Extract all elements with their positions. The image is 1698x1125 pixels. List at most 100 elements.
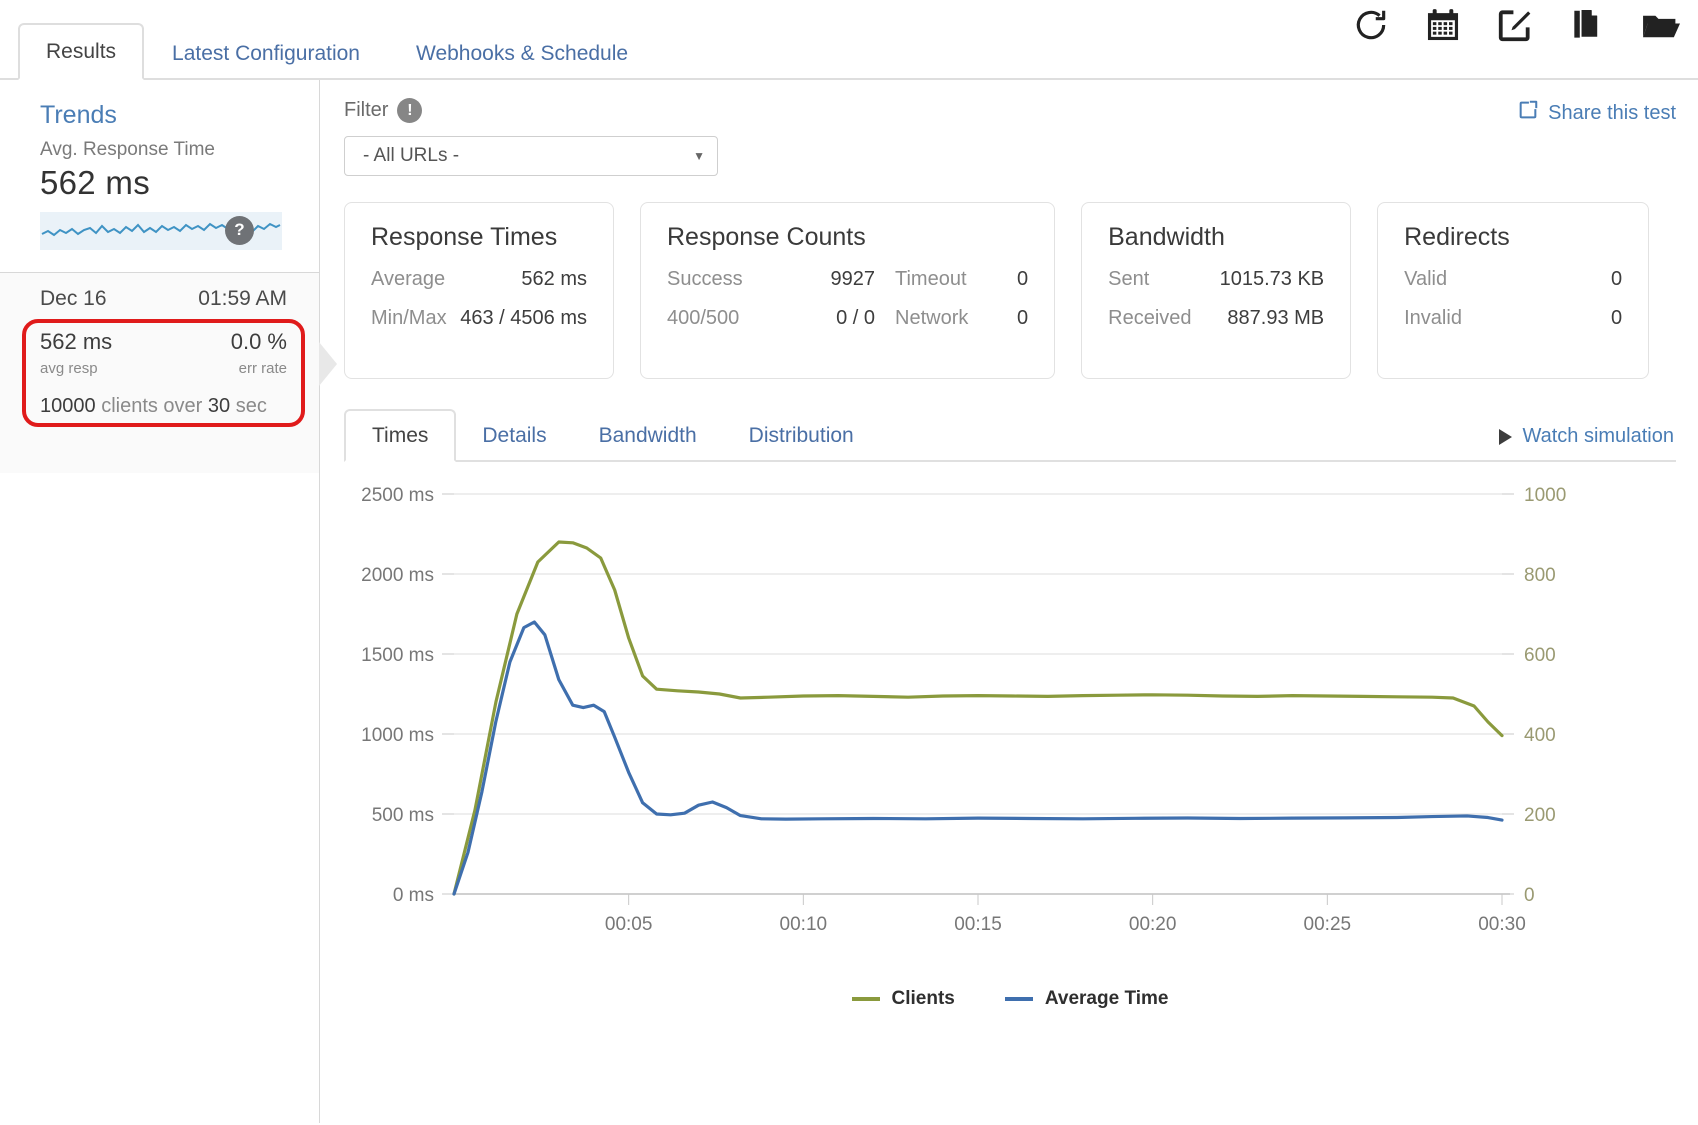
row-key-success: Success (667, 268, 743, 290)
url-filter-value: - All URLs - (363, 145, 460, 166)
chart-tab-bandwidth[interactable]: Bandwidth (573, 411, 723, 460)
legend-label-clients: Clients (891, 988, 955, 1009)
card-row: Sent 1015.73 KB (1108, 268, 1324, 291)
tab-webhooks-schedule[interactable]: Webhooks & Schedule (388, 27, 656, 78)
legend-swatch-average-time (1004, 997, 1033, 1001)
url-filter-select[interactable]: - All URLs - ▼ (344, 136, 718, 176)
svg-text:00:05: 00:05 (605, 914, 653, 935)
document-icon[interactable] (1568, 6, 1606, 44)
card-row: Valid 0 (1404, 268, 1622, 291)
refresh-icon[interactable] (1352, 6, 1390, 44)
edit-icon[interactable] (1496, 6, 1534, 44)
svg-text:200: 200 (1524, 805, 1556, 826)
watch-simulation-link[interactable]: Watch simulation (1499, 425, 1674, 448)
trends-header: Trends Avg. Response Time 562 ms (0, 80, 319, 202)
svg-text:400: 400 (1524, 725, 1556, 746)
avg-resp-block: 562 ms avg resp (40, 329, 112, 377)
clients-count: 10000 (40, 394, 96, 417)
row-value: 0 (1611, 307, 1623, 329)
folder-icon[interactable] (1640, 6, 1680, 44)
card-title: Response Times (371, 223, 558, 251)
row-key-timeout: Timeout (895, 268, 967, 290)
svg-text:1500 ms: 1500 ms (361, 645, 434, 666)
svg-text:2500 ms: 2500 ms (361, 485, 434, 506)
tab-latest-configuration[interactable]: Latest Configuration (144, 27, 388, 78)
err-rate-block: 0.0 % err rate (231, 329, 287, 377)
toolbar-icons (1352, 6, 1680, 44)
row-value-400500: 0 / 0 (836, 307, 875, 329)
row-value: 463 / 4506 ms (460, 307, 587, 329)
filter-label-group: Filter ! (344, 98, 1676, 123)
share-this-test-link[interactable]: Share this test (1517, 99, 1676, 127)
clients-summary: 10000 clients over 30 sec (0, 377, 319, 418)
row-key: Valid (1404, 268, 1448, 290)
svg-text:00:20: 00:20 (1129, 914, 1177, 935)
card-row: Success 9927 Timeout 0 (667, 268, 1028, 291)
clients-text-2: sec (235, 394, 267, 417)
trends-metric-label: Avg. Response Time (40, 138, 215, 160)
err-rate-label: err rate (238, 359, 287, 377)
row-value-timeout: 0 (1017, 268, 1029, 290)
clients-text-1: clients over (101, 394, 203, 417)
svg-text:800: 800 (1524, 565, 1556, 586)
card-title: Response Counts (667, 223, 866, 251)
card-row: 400/500 0 / 0 Network 0 (667, 307, 1028, 330)
card-response-counts: Response Counts Success 9927 Timeout 0 4… (640, 202, 1056, 379)
chart-legend: Clients Average Time (344, 988, 1676, 1010)
svg-text:00:10: 00:10 (780, 914, 828, 935)
err-rate-value: 0.0 % (230, 328, 287, 354)
run-time: 01:59 AM (198, 286, 287, 310)
row-key: Sent (1108, 268, 1150, 290)
chart-tab-details[interactable]: Details (456, 411, 572, 460)
help-badge[interactable]: ? (225, 215, 254, 245)
chevron-down-icon: ▼ (693, 149, 705, 163)
svg-text:500 ms: 500 ms (372, 805, 434, 826)
trends-sidebar: Trends Avg. Response Time 562 ms ? Dec 1… (0, 80, 337, 1123)
trends-metric-value: 562 ms (40, 163, 151, 201)
calendar-icon[interactable] (1424, 6, 1462, 44)
svg-text:600: 600 (1524, 645, 1556, 666)
card-row: Average 562 ms (371, 268, 587, 291)
avg-resp-value: 562 ms (40, 328, 113, 354)
card-title: Redirects (1404, 223, 1510, 251)
avg-resp-label: avg resp (40, 359, 98, 377)
top-tab-bar: Results Latest Configuration Webhooks & … (0, 0, 1698, 80)
share-icon (1517, 99, 1539, 127)
run-stats: 562 ms avg resp 0.0 % err rate (0, 311, 319, 377)
card-redirects: Redirects Valid 0 Invalid 0 (1377, 202, 1650, 379)
row-key: Average (371, 268, 446, 290)
row-value: 562 ms (521, 268, 587, 290)
play-icon (1499, 428, 1513, 445)
watch-simulation-label: Watch simulation (1522, 425, 1674, 447)
row-value-success: 9927 (830, 268, 876, 290)
row-key: Invalid (1404, 307, 1462, 329)
svg-text:0 ms: 0 ms (393, 885, 434, 906)
info-icon[interactable]: ! (397, 98, 423, 123)
svg-text:1000 ms: 1000 ms (361, 725, 434, 746)
trends-sparkline: ? (40, 211, 282, 250)
results-content: Filter ! - All URLs - ▼ Share this test … (320, 80, 1698, 1123)
main-tabs: Results Latest Configuration Webhooks & … (18, 23, 656, 80)
trends-title[interactable]: Trends (40, 101, 319, 130)
share-label: Share this test (1548, 101, 1676, 124)
row-value: 887.93 MB (1227, 307, 1325, 329)
trend-run-entry[interactable]: Dec 16 01:59 AM 562 ms avg resp 0.0 % er… (0, 272, 319, 473)
tab-results[interactable]: Results (18, 23, 145, 80)
chart-tab-distribution[interactable]: Distribution (723, 411, 880, 460)
run-date: Dec 16 (40, 286, 107, 310)
svg-text:00:15: 00:15 (954, 914, 1002, 935)
svg-text:0: 0 (1524, 885, 1535, 906)
chart-tabs: Times Details Bandwidth Distribution Wat… (344, 409, 1676, 462)
summary-cards: Response Times Average 562 ms Min/Max 46… (344, 202, 1676, 379)
chart-tab-times[interactable]: Times (344, 409, 457, 462)
row-value: 1015.73 KB (1219, 268, 1325, 290)
legend-item-average-time: Average Time (1004, 988, 1169, 1010)
main-area: Trends Avg. Response Time 562 ms ? Dec 1… (0, 80, 1698, 1123)
row-key-400500: 400/500 (667, 307, 740, 329)
filter-row: Filter ! - All URLs - ▼ (344, 80, 1676, 176)
svg-text:00:30: 00:30 (1478, 914, 1526, 935)
row-value-network: 0 (1017, 307, 1029, 329)
row-key-network: Network (895, 307, 969, 329)
card-response-times: Response Times Average 562 ms Min/Max 46… (344, 202, 614, 379)
legend-label-average-time: Average Time (1044, 988, 1169, 1009)
